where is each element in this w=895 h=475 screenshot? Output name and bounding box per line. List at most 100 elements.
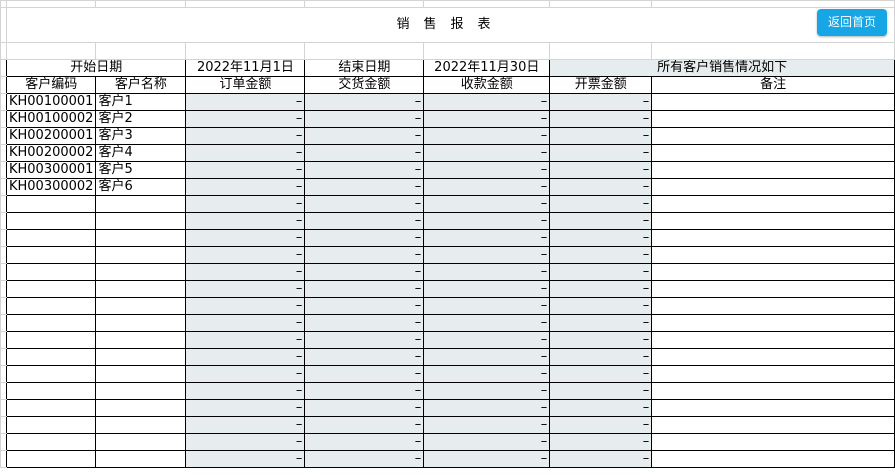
delivery-amount-cell[interactable]: – — [304, 212, 425, 230]
invoice-amount-cell[interactable]: – — [549, 229, 653, 247]
invoice-amount-cell[interactable]: – — [549, 280, 653, 298]
cell[interactable] — [651, 42, 895, 60]
invoice-amount-cell[interactable]: – — [549, 331, 653, 349]
receipt-amount-cell[interactable]: – — [423, 144, 551, 162]
customer-code-cell[interactable]: KH00100001 — [5, 93, 97, 111]
order-amount-cell[interactable]: – — [185, 365, 306, 383]
notes-cell[interactable] — [651, 450, 895, 468]
notes-cell[interactable] — [651, 93, 895, 111]
customer-name-cell[interactable] — [95, 195, 187, 213]
notes-cell[interactable] — [651, 263, 895, 281]
receipt-amount-cell[interactable]: – — [423, 433, 551, 451]
order-amount-cell[interactable]: – — [185, 399, 306, 417]
delivery-amount-cell[interactable]: – — [304, 93, 425, 111]
customer-name-cell[interactable]: 客户3 — [95, 127, 187, 145]
cell[interactable] — [423, 42, 551, 60]
customer-name-cell[interactable] — [95, 280, 187, 298]
customer-code-cell[interactable] — [5, 280, 97, 298]
delivery-amount-cell[interactable]: – — [304, 127, 425, 145]
delivery-amount-cell[interactable]: – — [304, 161, 425, 179]
order-amount-cell[interactable]: – — [185, 416, 306, 434]
order-amount-cell[interactable]: – — [185, 93, 306, 111]
receipt-amount-cell[interactable]: – — [423, 110, 551, 128]
cell[interactable] — [304, 0, 425, 8]
notes-cell[interactable] — [651, 127, 895, 145]
receipt-amount-cell[interactable]: – — [423, 127, 551, 145]
notes-cell[interactable] — [651, 297, 895, 315]
invoice-amount-cell[interactable]: – — [549, 246, 653, 264]
receipt-amount-cell[interactable]: – — [423, 195, 551, 213]
invoice-amount-cell[interactable]: – — [549, 348, 653, 366]
receipt-amount-cell[interactable]: – — [423, 280, 551, 298]
delivery-amount-cell[interactable]: – — [304, 399, 425, 417]
invoice-amount-cell[interactable]: – — [549, 450, 653, 468]
order-amount-cell[interactable]: – — [185, 178, 306, 196]
customer-name-cell[interactable] — [95, 365, 187, 383]
cell[interactable] — [185, 42, 306, 60]
customer-name-cell[interactable]: 客户4 — [95, 144, 187, 162]
delivery-amount-cell[interactable]: – — [304, 450, 425, 468]
notes-cell[interactable] — [651, 433, 895, 451]
cell[interactable] — [5, 0, 97, 8]
order-amount-cell[interactable]: – — [185, 229, 306, 247]
receipt-amount-cell[interactable]: – — [423, 382, 551, 400]
start-date-value[interactable]: 2022年11月1日 — [185, 59, 306, 77]
order-amount-cell[interactable]: – — [185, 110, 306, 128]
end-date-value[interactable]: 2022年11月30日 — [423, 59, 551, 77]
customer-name-cell[interactable] — [95, 433, 187, 451]
notes-cell[interactable] — [651, 212, 895, 230]
invoice-amount-cell[interactable]: – — [549, 178, 653, 196]
notes-cell[interactable] — [651, 110, 895, 128]
customer-name-cell[interactable] — [95, 212, 187, 230]
delivery-amount-cell[interactable]: – — [304, 229, 425, 247]
customer-code-cell[interactable]: KH00200001 — [5, 127, 97, 145]
receipt-amount-cell[interactable]: – — [423, 263, 551, 281]
invoice-amount-cell[interactable]: – — [549, 433, 653, 451]
receipt-amount-cell[interactable]: – — [423, 314, 551, 332]
customer-code-cell[interactable]: KH00200002 — [5, 144, 97, 162]
delivery-amount-cell[interactable]: – — [304, 348, 425, 366]
customer-name-cell[interactable] — [95, 331, 187, 349]
back-home-button[interactable]: 返回首页 — [817, 9, 887, 36]
customer-code-cell[interactable] — [5, 348, 97, 366]
customer-code-cell[interactable] — [5, 195, 97, 213]
notes-cell[interactable] — [651, 246, 895, 264]
receipt-amount-cell[interactable]: – — [423, 229, 551, 247]
customer-name-cell[interactable] — [95, 382, 187, 400]
cell[interactable] — [95, 42, 187, 60]
invoice-amount-cell[interactable]: – — [549, 110, 653, 128]
customer-code-cell[interactable]: KH00300002 — [5, 178, 97, 196]
cell[interactable] — [423, 0, 551, 8]
order-amount-cell[interactable]: – — [185, 450, 306, 468]
receipt-amount-cell[interactable]: – — [423, 399, 551, 417]
customer-name-cell[interactable] — [95, 450, 187, 468]
customer-code-cell[interactable] — [5, 382, 97, 400]
order-amount-cell[interactable]: – — [185, 161, 306, 179]
notes-cell[interactable] — [651, 144, 895, 162]
notes-cell[interactable] — [651, 229, 895, 247]
invoice-amount-cell[interactable]: – — [549, 382, 653, 400]
order-amount-cell[interactable]: – — [185, 195, 306, 213]
customer-code-cell[interactable] — [5, 297, 97, 315]
receipt-amount-cell[interactable]: – — [423, 297, 551, 315]
customer-code-cell[interactable] — [5, 450, 97, 468]
invoice-amount-cell[interactable]: – — [549, 212, 653, 230]
invoice-amount-cell[interactable]: – — [549, 93, 653, 111]
delivery-amount-cell[interactable]: – — [304, 195, 425, 213]
customer-code-cell[interactable] — [5, 399, 97, 417]
notes-cell[interactable] — [651, 365, 895, 383]
customer-name-cell[interactable]: 客户6 — [95, 178, 187, 196]
receipt-amount-cell[interactable]: – — [423, 212, 551, 230]
cell[interactable] — [5, 42, 97, 60]
delivery-amount-cell[interactable]: – — [304, 144, 425, 162]
customer-code-cell[interactable] — [5, 263, 97, 281]
delivery-amount-cell[interactable]: – — [304, 178, 425, 196]
invoice-amount-cell[interactable]: – — [549, 161, 653, 179]
delivery-amount-cell[interactable]: – — [304, 280, 425, 298]
order-amount-cell[interactable]: – — [185, 348, 306, 366]
notes-cell[interactable] — [651, 195, 895, 213]
order-amount-cell[interactable]: – — [185, 127, 306, 145]
notes-cell[interactable] — [651, 331, 895, 349]
notes-cell[interactable] — [651, 399, 895, 417]
customer-code-cell[interactable] — [5, 416, 97, 434]
